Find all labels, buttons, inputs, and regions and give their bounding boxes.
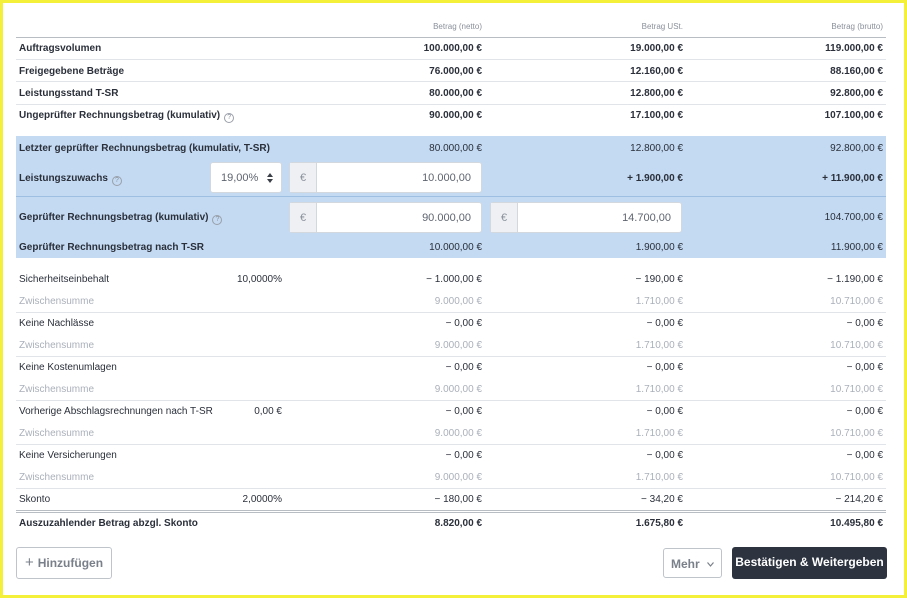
help-icon[interactable]: ? [224,113,235,123]
panel-divider [16,196,886,197]
row-divider [16,488,886,489]
row-divider [16,312,886,313]
vat-rate-select[interactable]: 19,00% [210,162,282,193]
row-divider [16,81,886,82]
header-divider [16,37,886,38]
sort-arrows-icon [267,172,273,184]
row-divider [16,59,886,60]
total-divider [16,510,886,511]
confirm-and-forward-button[interactable]: Bestätigen & Weitergeben [732,547,887,579]
checked-netto-input[interactable]: € 90.000,00 [289,202,482,233]
row-divider [16,356,886,357]
row-divider [16,104,886,105]
total-divider [16,512,886,513]
plus-icon: + [24,554,34,571]
row-divider [16,444,886,445]
header-netto: Betrag (netto) [433,22,482,31]
euro-addon: € [491,203,518,232]
help-icon[interactable]: ? [212,215,223,225]
checked-ust-input[interactable]: € 14.700,00 [490,202,682,233]
chevron-down-icon [707,549,714,577]
euro-addon: € [290,203,317,232]
header-brutto: Betrag (brutto) [831,22,883,31]
header-ust: Betrag USt. [641,22,683,31]
more-button[interactable]: Mehr [663,548,722,578]
add-button[interactable]: + Hinzufügen [16,547,112,579]
checked-amount-panel [16,136,886,258]
increase-netto-input[interactable]: € 10.000,00 [289,162,482,193]
help-icon[interactable]: ? [111,176,122,186]
euro-addon: € [290,163,317,192]
row-divider [16,400,886,401]
